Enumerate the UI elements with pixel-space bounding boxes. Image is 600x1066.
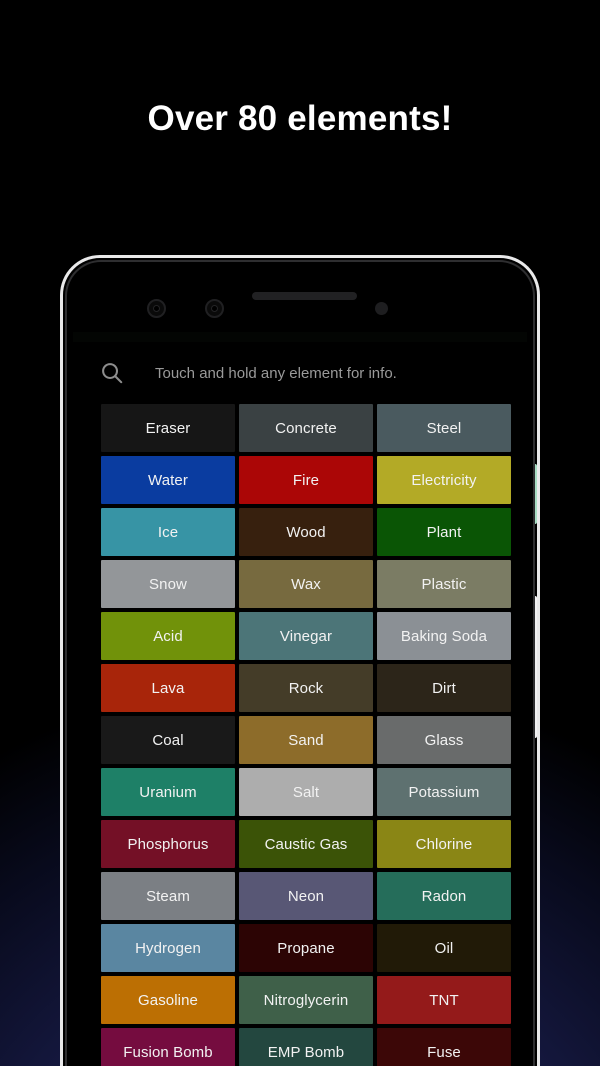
- element-tile-label: Sand: [288, 731, 324, 749]
- element-tile[interactable]: Eraser: [101, 404, 235, 452]
- status-bar: [73, 332, 527, 342]
- element-tile[interactable]: Wood: [239, 508, 373, 556]
- element-tile[interactable]: Radon: [377, 872, 511, 920]
- element-tile[interactable]: Steam: [101, 872, 235, 920]
- element-tile[interactable]: Gasoline: [101, 976, 235, 1024]
- element-tile[interactable]: Coal: [101, 716, 235, 764]
- element-tile-label: Electricity: [411, 471, 477, 489]
- element-tile[interactable]: Propane: [239, 924, 373, 972]
- element-tile-label: Rock: [288, 679, 324, 697]
- element-tile[interactable]: Plant: [377, 508, 511, 556]
- element-tile[interactable]: Sand: [239, 716, 373, 764]
- element-tile[interactable]: Water: [101, 456, 235, 504]
- element-tile-label: Wax: [291, 575, 321, 593]
- app-screen: Eraser Concrete Steel Water Fire Electricity I…: [67, 332, 533, 1066]
- element-tile-label: Potassium: [408, 783, 480, 801]
- phone-bezel: Eraser Concrete Steel Water Fire Electricity I…: [65, 260, 535, 1066]
- element-tile-label: Uranium: [139, 783, 197, 801]
- element-tile-label: Wood: [286, 523, 326, 541]
- element-tile-label: Dirt: [432, 679, 456, 697]
- element-tile[interactable]: Potassium: [377, 768, 511, 816]
- element-grid: Eraser Concrete Steel Water Fire Electricity I…: [101, 404, 511, 1066]
- element-tile-label: Fire: [292, 471, 320, 489]
- element-tile[interactable]: Oil: [377, 924, 511, 972]
- camera-lens-icon: [205, 299, 224, 318]
- element-tile-label: Snow: [149, 575, 187, 593]
- element-tile-label: Ice: [157, 523, 179, 541]
- element-tile[interactable]: Acid: [101, 612, 235, 660]
- element-tile[interactable]: Uranium: [101, 768, 235, 816]
- element-tile-label: Acid: [153, 627, 183, 645]
- search-bar[interactable]: [67, 342, 533, 404]
- search-icon: [102, 363, 123, 384]
- element-tile-label: Plastic: [421, 575, 467, 593]
- element-tile[interactable]: Fuse: [377, 1028, 511, 1066]
- element-tile-label: Chlorine: [415, 835, 473, 853]
- element-tile[interactable]: Salt: [239, 768, 373, 816]
- element-tile-label: Phosphorus: [127, 835, 209, 853]
- element-tile-label: Propane: [277, 939, 335, 957]
- speaker-grille: [252, 292, 357, 300]
- element-tile-label: Nitroglycerin: [263, 991, 349, 1009]
- element-tile-label: Salt: [292, 783, 320, 801]
- element-grid-container: Eraser Concrete Steel Water Fire Electricity I…: [67, 404, 533, 1066]
- element-tile-label: Gasoline: [137, 991, 198, 1009]
- element-tile[interactable]: TNT: [377, 976, 511, 1024]
- promo-screenshot: Over 80 elements! Touch and hold any ele…: [0, 0, 600, 1066]
- element-tile[interactable]: Ice: [101, 508, 235, 556]
- element-tile-label: Water: [148, 471, 188, 489]
- element-tile-label: Baking Soda: [400, 627, 488, 645]
- element-tile[interactable]: Fire: [239, 456, 373, 504]
- element-tile-label: Coal: [152, 731, 184, 749]
- element-tile-label: Concrete: [275, 419, 337, 437]
- element-tile-label: Hydrogen: [135, 939, 201, 957]
- element-tile[interactable]: Phosphorus: [101, 820, 235, 868]
- element-tile[interactable]: Nitroglycerin: [239, 976, 373, 1024]
- element-tile[interactable]: Lava: [101, 664, 235, 712]
- element-tile-label: Fusion Bomb: [123, 1043, 213, 1061]
- element-tile[interactable]: Hydrogen: [101, 924, 235, 972]
- search-input[interactable]: [155, 364, 533, 382]
- element-tile-label: Steam: [146, 887, 190, 905]
- element-tile[interactable]: Vinegar: [239, 612, 373, 660]
- element-tile[interactable]: Dirt: [377, 664, 511, 712]
- element-tile-label: Fuse: [427, 1043, 461, 1061]
- element-tile-label: Steel: [426, 419, 462, 437]
- element-tile[interactable]: Rock: [239, 664, 373, 712]
- phone-hardware-cluster: [67, 262, 533, 332]
- element-tile-label: EMP Bomb: [267, 1043, 345, 1061]
- phone-device-mockup: Eraser Concrete Steel Water Fire Electricity I…: [60, 255, 540, 1066]
- element-tile[interactable]: Baking Soda: [377, 612, 511, 660]
- element-tile[interactable]: Fusion Bomb: [101, 1028, 235, 1066]
- element-tile-label: Radon: [421, 887, 467, 905]
- element-tile-label: Lava: [151, 679, 185, 697]
- camera-lens-icon: [147, 299, 166, 318]
- element-tile-label: Plant: [426, 523, 462, 541]
- element-tile[interactable]: Concrete: [239, 404, 373, 452]
- element-tile[interactable]: EMP Bomb: [239, 1028, 373, 1066]
- element-tile-label: Glass: [424, 731, 464, 749]
- element-tile[interactable]: Neon: [239, 872, 373, 920]
- element-tile[interactable]: Steel: [377, 404, 511, 452]
- element-tile[interactable]: Chlorine: [377, 820, 511, 868]
- element-tile[interactable]: Wax: [239, 560, 373, 608]
- element-tile[interactable]: Caustic Gas: [239, 820, 373, 868]
- element-tile[interactable]: Electricity: [377, 456, 511, 504]
- proximity-sensor-icon: [375, 302, 388, 315]
- element-tile-label: TNT: [429, 991, 459, 1009]
- element-tile-label: Vinegar: [279, 627, 333, 645]
- element-tile-label: Oil: [434, 939, 454, 957]
- element-tile[interactable]: Snow: [101, 560, 235, 608]
- element-tile-label: Neon: [287, 887, 325, 905]
- page-title: Over 80 elements!: [147, 99, 453, 138]
- element-tile[interactable]: Glass: [377, 716, 511, 764]
- element-tile-label: Caustic Gas: [264, 835, 348, 853]
- element-tile-label: Eraser: [145, 419, 191, 437]
- element-tile[interactable]: Plastic: [377, 560, 511, 608]
